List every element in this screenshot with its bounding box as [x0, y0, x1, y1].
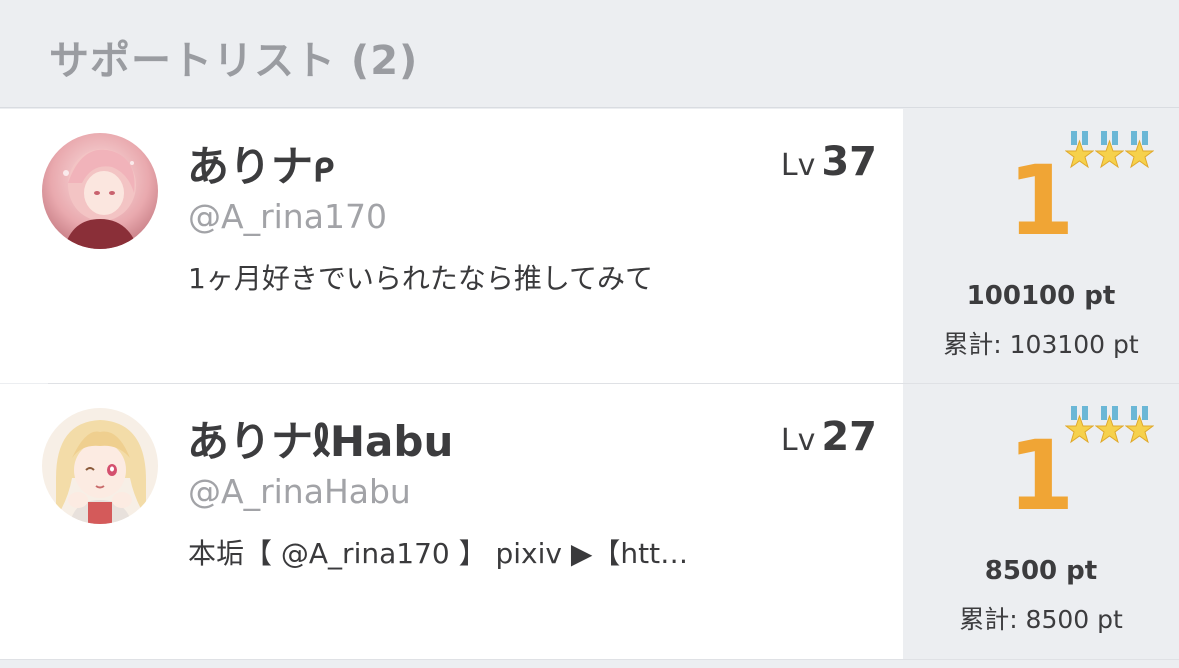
rank-panel: 1 8500 pt 累計: 8500 pt [903, 384, 1179, 659]
rank-number: 1 [1007, 420, 1075, 532]
list-footer [0, 659, 1179, 668]
avatar[interactable] [42, 133, 158, 249]
list-item[interactable]: ありナ𐑁 @A_rina170 1ヶ月好きでいられたなら推してみて Lv 37 1 [0, 109, 1179, 383]
page-title: サポートリスト (2) [49, 38, 419, 84]
level-value: 27 [821, 414, 877, 460]
level-label: Lv [780, 148, 816, 183]
avatar-blonde-hair-icon [42, 408, 158, 524]
total-points: 累計: 103100 pt [943, 330, 1139, 359]
list-item[interactable]: ありナ𐑙Habu @A_rinaHabu 本垢【 @A_rina170 】 pi… [0, 384, 1179, 659]
user-name[interactable]: ありナ𐑙Habu [187, 408, 453, 469]
user-handle[interactable]: @A_rinaHabu [188, 472, 411, 511]
points-value: 100100 pt [966, 281, 1116, 311]
rank-panel: 1 100100 pt 累計: 103100 pt [903, 109, 1179, 383]
user-name[interactable]: ありナ𐑁 [187, 133, 335, 194]
avatar-pink-hair-icon [42, 133, 158, 249]
avatar[interactable] [42, 408, 158, 524]
points-value: 8500 pt [984, 556, 1098, 586]
user-bio: 本垢【 @A_rina170 】 pixiv ▶【htt… [188, 537, 689, 570]
user-bio: 1ヶ月好きでいられたなら推してみて [188, 262, 653, 295]
level-indicator: Lv 27 [781, 414, 877, 460]
rank-number: 1 [1007, 145, 1075, 257]
level-indicator: Lv 37 [781, 139, 877, 185]
level-label: Lv [780, 423, 816, 458]
level-value: 37 [821, 139, 877, 185]
list-header: サポートリスト (2) [0, 0, 1179, 108]
total-points: 累計: 8500 pt [959, 605, 1123, 634]
user-handle[interactable]: @A_rina170 [188, 197, 387, 236]
